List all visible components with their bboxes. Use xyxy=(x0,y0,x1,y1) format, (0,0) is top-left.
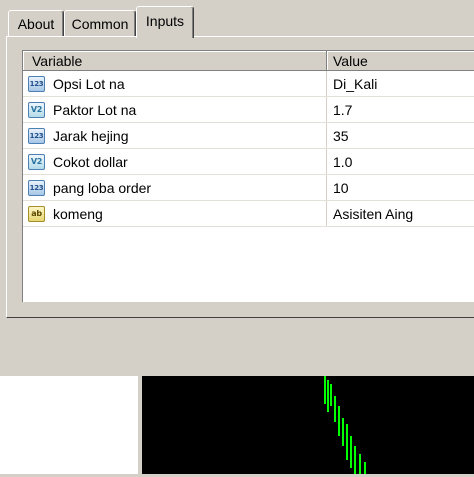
variable-cell: 123 Jarak hejing xyxy=(23,123,327,149)
value-cell[interactable]: 10 xyxy=(327,175,474,201)
row-divider xyxy=(23,226,474,227)
value-cell[interactable]: Asisiten Aing xyxy=(327,201,474,227)
variable-cell: 123 Opsi Lot na xyxy=(23,71,327,97)
variable-cell: 123 pang loba order xyxy=(23,175,327,201)
variable-cell: ab komeng xyxy=(23,201,327,227)
variable-cell: V2 Cokot dollar xyxy=(23,149,327,175)
candles xyxy=(324,376,366,474)
candle xyxy=(354,446,356,474)
variable-name: pang loba order xyxy=(53,180,152,196)
candle xyxy=(364,462,366,474)
grid-header: Variable Value xyxy=(23,51,474,71)
column-header-variable[interactable]: Variable xyxy=(23,51,327,70)
candle xyxy=(342,418,344,446)
integer-type-icon: 123 xyxy=(28,180,45,196)
variable-name: Cokot dollar xyxy=(53,154,128,170)
variable-name: Paktor Lot na xyxy=(53,102,137,118)
tab-about[interactable]: About xyxy=(8,10,64,37)
candle xyxy=(359,454,361,474)
tab-inputs[interactable]: Inputs xyxy=(136,6,194,38)
integer-type-icon: 123 xyxy=(28,76,45,92)
price-chart xyxy=(138,376,474,474)
tab-common[interactable]: Common xyxy=(64,10,136,37)
value-cell[interactable]: 1.0 xyxy=(327,149,474,175)
table-row[interactable]: 123 pang loba order 10 xyxy=(23,175,474,201)
value-cell[interactable]: 35 xyxy=(327,123,474,149)
variable-cell: V2 Paktor Lot na xyxy=(23,97,327,123)
value-cell[interactable]: 1.7 xyxy=(327,97,474,123)
double-type-icon: V2 xyxy=(28,102,45,118)
integer-type-icon: 123 xyxy=(28,128,45,144)
candle xyxy=(327,380,329,412)
table-row[interactable]: ab komeng Asisiten Aing xyxy=(23,201,474,227)
candle xyxy=(324,376,326,404)
variable-name: Jarak hejing xyxy=(53,128,129,144)
table-row[interactable]: 123 Jarak hejing 35 xyxy=(23,123,474,149)
column-header-value[interactable]: Value xyxy=(327,51,474,70)
candle xyxy=(346,424,348,460)
variable-name: Opsi Lot na xyxy=(53,76,125,92)
table-row[interactable]: 123 Opsi Lot na Di_Kali xyxy=(23,71,474,97)
tab-strip: About Common Inputs xyxy=(0,0,474,40)
inputs-grid: Variable Value 123 Opsi Lot na Di_Kali V… xyxy=(22,50,474,302)
candle xyxy=(334,396,336,422)
candle xyxy=(330,384,332,406)
variable-name: komeng xyxy=(53,206,103,222)
background-area xyxy=(0,376,138,474)
candle xyxy=(338,406,340,436)
value-cell[interactable]: Di_Kali xyxy=(327,71,474,97)
string-type-icon: ab xyxy=(28,206,45,222)
candle xyxy=(350,436,352,468)
table-row[interactable]: V2 Cokot dollar 1.0 xyxy=(23,149,474,175)
table-row[interactable]: V2 Paktor Lot na 1.7 xyxy=(23,97,474,123)
double-type-icon: V2 xyxy=(28,154,45,170)
candlestick-chart xyxy=(324,376,366,474)
